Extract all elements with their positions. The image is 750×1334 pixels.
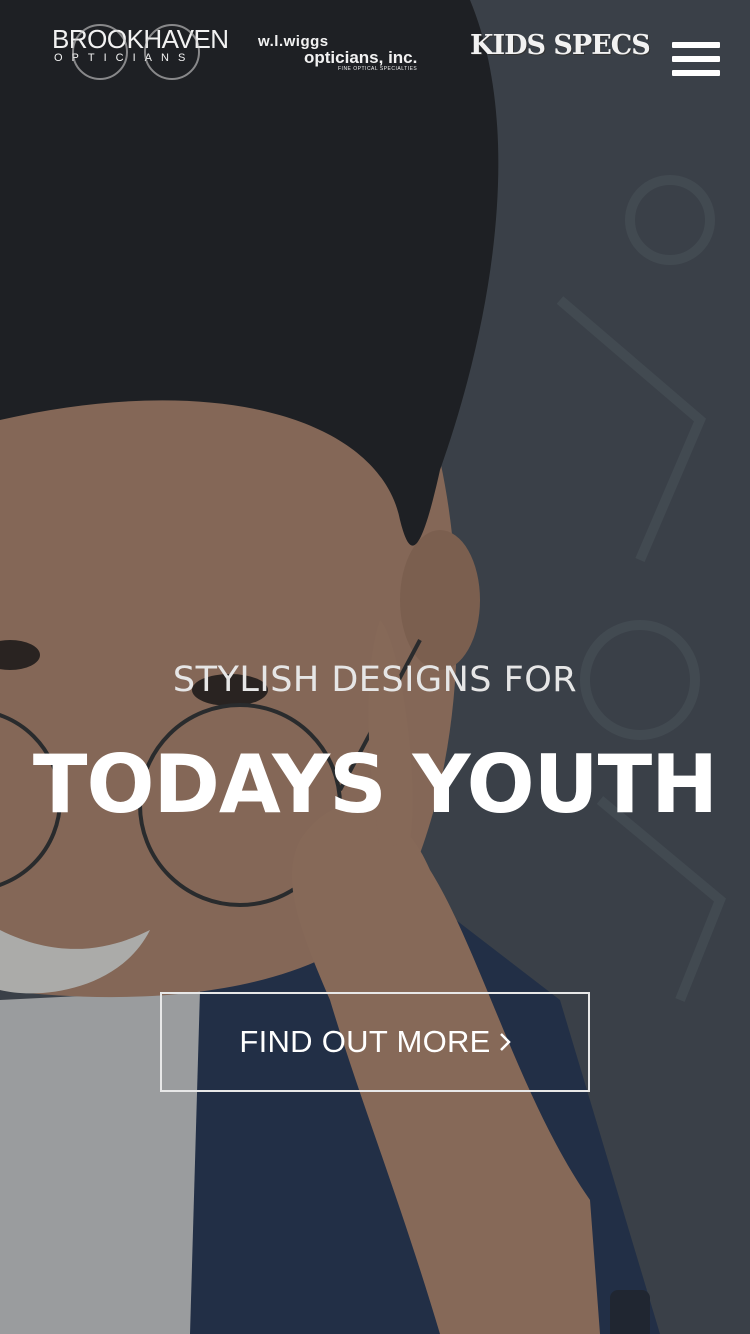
kids-specs-logo[interactable]: KIDS SPECS: [470, 30, 651, 61]
menu-bar: [672, 42, 720, 48]
wl-wiggs-opticians-logo[interactable]: w.l.wiggs opticians, inc. FINE OPTICAL S…: [258, 34, 418, 74]
menu-bar: [672, 70, 720, 76]
kids-specs-logo-text: KIDS SPECS: [470, 30, 651, 61]
brookhaven-logo-text: BROOKHAVEN: [52, 24, 229, 54]
hero-headline: TODAYS YOUTH: [32, 738, 718, 831]
hero-tagline: STYLISH DESIGNS FOR: [172, 660, 578, 700]
hamburger-menu-icon[interactable]: [672, 42, 722, 76]
wiggs-logo-tagline: FINE OPTICAL SPECIALTIES: [338, 66, 418, 72]
site-header: BROOKHAVEN OPTICIANS w.l.wiggs opticians…: [0, 0, 750, 110]
chevron-right-icon: [499, 1033, 511, 1051]
brookhaven-opticians-logo[interactable]: BROOKHAVEN OPTICIANS: [52, 24, 229, 86]
find-out-more-label: FIND OUT MORE: [239, 1024, 491, 1059]
wiggs-logo-bottom: opticians, inc.: [304, 48, 418, 67]
brookhaven-logo-subtext: OPTICIANS: [54, 52, 195, 64]
find-out-more-button[interactable]: FIND OUT MORE: [160, 992, 590, 1092]
menu-bar: [672, 56, 720, 62]
